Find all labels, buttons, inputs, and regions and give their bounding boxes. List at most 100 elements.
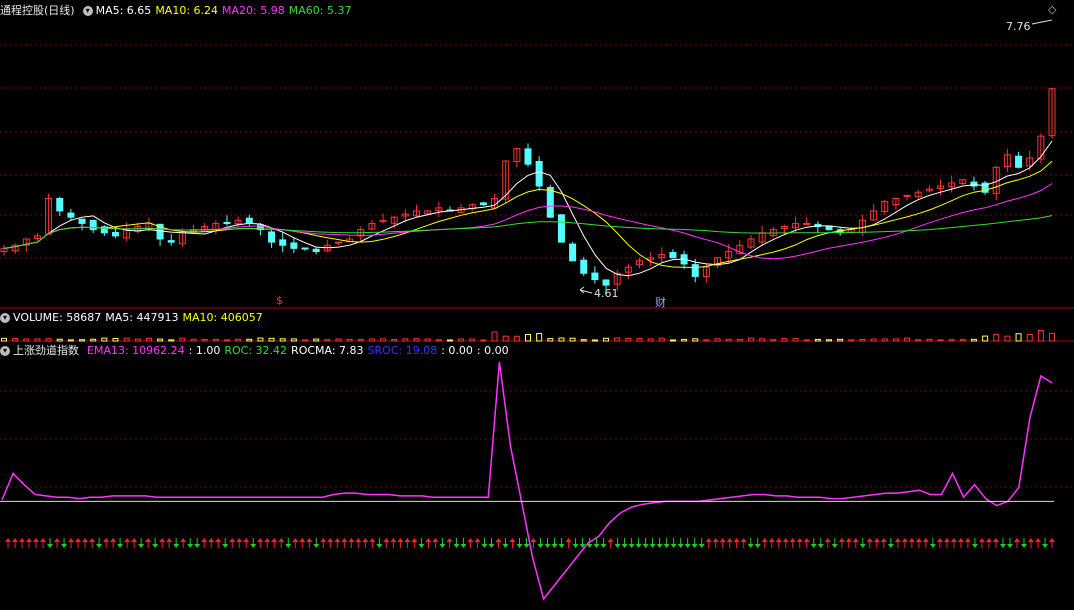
up-arrow-icon (796, 538, 803, 542)
volume-bar (859, 338, 866, 342)
up-arrow-icon (124, 538, 131, 542)
volume-bar (368, 338, 375, 342)
up-arrow-icon (432, 538, 439, 542)
volume-bar (747, 337, 754, 342)
volume-bar (569, 337, 576, 342)
volume-bar (90, 338, 97, 342)
down-arrow-icon (502, 544, 509, 548)
down-arrow-icon (747, 544, 754, 548)
ma10-line (3, 160, 1053, 269)
up-arrow-icon (726, 538, 733, 542)
down-arrow-icon (453, 544, 460, 548)
up-arrow-icon (103, 538, 110, 542)
up-arrow-icon (509, 538, 516, 542)
down-arrow-icon (677, 544, 684, 548)
down-arrow-icon (649, 544, 656, 548)
candle-body (669, 252, 677, 259)
volume-bar (525, 334, 531, 342)
volume-bar (937, 339, 944, 342)
up-arrow-icon (880, 538, 887, 542)
up-arrow-icon (390, 538, 397, 542)
volume-bar (959, 339, 966, 342)
volume-bar (257, 337, 264, 342)
down-arrow-icon (47, 544, 54, 548)
up-arrow-icon (306, 538, 313, 542)
volume-bar (480, 339, 487, 342)
volume-bar (391, 339, 398, 342)
up-arrow-icon (845, 538, 852, 542)
volume-bar (45, 338, 52, 342)
down-arrow-icon (222, 544, 229, 548)
up-arrow-icon (789, 538, 796, 542)
volume-bar (424, 338, 431, 342)
down-arrow-icon (537, 544, 544, 548)
up-arrow-icon (775, 538, 782, 542)
volume-bar (558, 337, 565, 342)
volume-bar (848, 339, 855, 342)
up-arrow-icon (215, 538, 222, 542)
volume-bar (56, 338, 63, 342)
up-arrow-icon (1027, 538, 1034, 542)
candle-body (535, 160, 543, 187)
volume-bar (458, 338, 465, 342)
down-arrow-icon (152, 544, 159, 548)
candle-body (268, 231, 276, 243)
volume-bar (190, 338, 197, 342)
grid-lines (0, 44, 1074, 488)
up-arrow-icon (5, 538, 11, 542)
down-arrow-icon (810, 544, 817, 548)
up-arrow-icon (894, 538, 901, 542)
down-arrow-icon (1020, 544, 1027, 548)
down-arrow-icon (642, 544, 649, 548)
up-arrow-icon (89, 538, 96, 542)
volume-bar (491, 331, 498, 342)
up-arrow-icon (33, 538, 40, 542)
volume-bar (212, 339, 219, 342)
candle-body (602, 279, 610, 286)
up-arrow-icon (320, 538, 327, 542)
up-arrow-icon (82, 538, 89, 542)
down-arrow-icon (460, 544, 467, 548)
indicator-series (0, 361, 1054, 601)
up-arrow-icon (12, 538, 19, 542)
up-arrow-icon (957, 538, 964, 542)
up-arrow-icon (243, 538, 250, 542)
down-arrow-icon (187, 544, 194, 548)
volume-bar (770, 339, 777, 342)
up-arrow-icon (1049, 538, 1055, 542)
up-arrow-icon (852, 538, 859, 542)
up-arrow-icon (985, 538, 992, 542)
volume-bar (1004, 335, 1011, 342)
down-arrow-icon (173, 544, 180, 548)
volume-bar (34, 338, 41, 342)
high-pointer-icon (1031, 19, 1053, 25)
down-arrow-icon (593, 544, 600, 548)
down-arrow-icon (628, 544, 635, 548)
volume-bar (112, 337, 119, 342)
chart-canvas[interactable] (0, 0, 1074, 610)
down-arrow-icon (614, 544, 621, 548)
volume-bar (536, 333, 543, 342)
down-arrow-icon (96, 544, 103, 548)
volume-bar (1026, 334, 1033, 342)
volume-bar (335, 338, 342, 342)
up-arrow-icon (292, 538, 299, 542)
up-arrow-icon (936, 538, 943, 542)
down-arrow-icon (831, 544, 838, 548)
up-arrow-icon (264, 538, 271, 542)
down-arrow-icon (691, 544, 698, 548)
volume-bar (469, 338, 476, 342)
up-arrow-icon (54, 538, 61, 542)
down-arrow-icon (481, 544, 488, 548)
candle-body (903, 194, 911, 197)
candle-body (301, 247, 309, 250)
up-arrow-icon (110, 538, 117, 542)
candle-body (223, 221, 231, 224)
volume-bar (380, 338, 387, 342)
volume-bar (881, 338, 888, 342)
volume-bar (625, 337, 632, 342)
down-arrow-icon (887, 544, 894, 548)
down-arrow-icon (250, 544, 257, 548)
down-arrow-icon (418, 544, 425, 548)
candle-body (557, 214, 565, 243)
